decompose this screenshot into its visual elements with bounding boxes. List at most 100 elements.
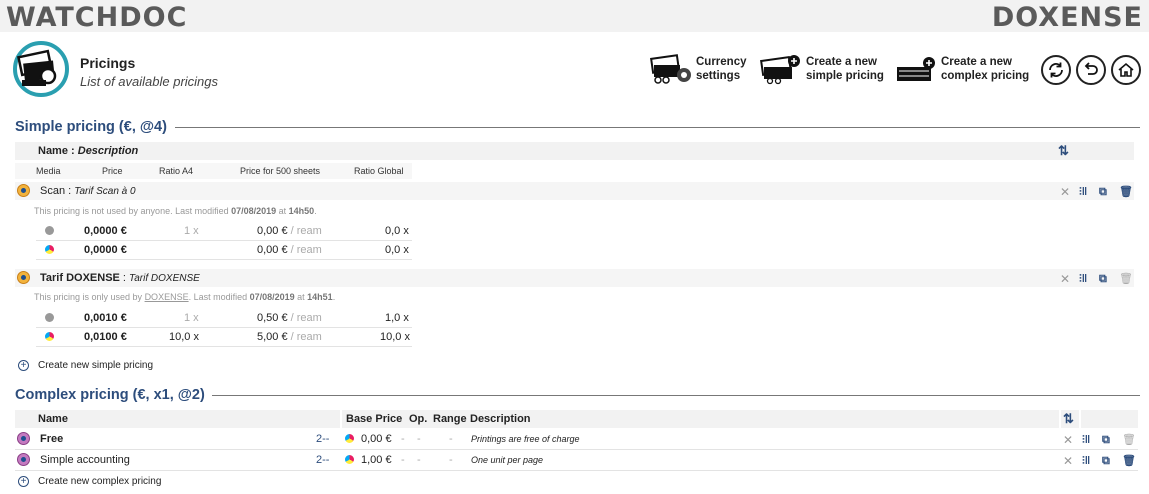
complex-header-actions-cell xyxy=(1081,410,1138,428)
create-simple-pricing-link[interactable]: Create new simple pricing xyxy=(38,360,153,371)
col-ratio-global: Ratio Global xyxy=(354,166,404,176)
grayscale-icon xyxy=(45,313,54,322)
trash-icon[interactable]: 🗑 xyxy=(1122,434,1136,446)
duplicate-icon[interactable]: ⧉ xyxy=(1099,186,1107,198)
delete-x-icon[interactable]: ✕ xyxy=(1060,186,1070,198)
pricing-row-scan[interactable] xyxy=(15,182,1134,200)
col-name: Name xyxy=(38,413,68,425)
row-price-500: 0,00 € / ream xyxy=(257,244,322,256)
add-circle-icon[interactable]: + xyxy=(18,360,29,371)
header-name: Name : Description xyxy=(38,145,139,157)
pricing-usage-note: This pricing is not used by anyone. Last… xyxy=(34,206,317,216)
create-simple-pricing-label: Create a new simple pricing xyxy=(806,56,884,82)
duplicate-icon[interactable]: ⧉ xyxy=(1102,434,1110,446)
delete-x-icon[interactable]: ✕ xyxy=(1060,273,1070,285)
back-icon xyxy=(1084,62,1098,75)
row-divider xyxy=(36,327,412,328)
delete-x-icon[interactable]: ✕ xyxy=(1063,434,1073,446)
complex-pricing-title: Complex pricing (€, x1, @2) xyxy=(15,387,205,403)
currency-settings-icon xyxy=(650,54,691,84)
create-complex-pricing-link[interactable]: Create new complex pricing xyxy=(38,476,161,487)
complex-description: One unit per page xyxy=(471,455,544,465)
complex-name[interactable]: Simple accounting xyxy=(40,454,130,466)
col-price: Price xyxy=(102,166,123,176)
simple-pricing-title: Simple pricing (€, @4) xyxy=(15,119,167,135)
col-ratio-a4: Ratio A4 xyxy=(159,166,194,176)
trash-icon[interactable]: 🗑 xyxy=(1119,273,1133,285)
currency-settings-label: Currency settings xyxy=(696,56,747,82)
row-price-500: 5,00 € / ream xyxy=(257,331,322,343)
trash-icon[interactable]: 🗑 xyxy=(1119,186,1133,198)
back-button[interactable] xyxy=(1076,55,1106,85)
add-pricing-icon xyxy=(760,55,800,85)
pricing-user-link[interactable]: DOXENSE xyxy=(145,292,189,302)
color-icon xyxy=(45,332,54,341)
op-dash: - xyxy=(417,433,421,445)
complex-name[interactable]: Free xyxy=(40,433,63,445)
op-value: - xyxy=(401,433,405,445)
op-dash: - xyxy=(417,454,421,466)
euro-coin-icon xyxy=(17,271,30,284)
row-price-500: 0,50 € / ream xyxy=(257,312,322,324)
doxense-logo: DOXENSE xyxy=(991,2,1143,33)
row-ratio-global: 0,0 x xyxy=(385,244,409,256)
row-price: 0,0010 € xyxy=(84,312,127,324)
simple-table-header xyxy=(15,142,1134,160)
simple-columns-header xyxy=(15,163,412,179)
duplicate-icon[interactable]: ⧉ xyxy=(1102,455,1110,467)
complex-pricing-icon xyxy=(17,432,30,445)
color-icon xyxy=(345,455,354,464)
add-circle-icon[interactable]: + xyxy=(18,476,29,487)
row-price: 0,0000 € xyxy=(84,244,127,256)
section-divider xyxy=(175,127,1140,128)
range-value: - xyxy=(449,454,453,466)
row-divider xyxy=(15,449,1138,450)
base-price: 0,00 € xyxy=(361,433,392,445)
currency-settings-button[interactable]: Currency settings xyxy=(650,53,747,85)
page-subtitle: List of available pricings xyxy=(80,74,219,89)
row-price: 0,0000 € xyxy=(84,225,127,237)
row-ratio-global: 0,0 x xyxy=(385,225,409,237)
duplicate-icon[interactable]: ⧉ xyxy=(1099,273,1107,285)
col-description: Description xyxy=(470,413,531,425)
top-bar: WATCHDOC DOXENSE xyxy=(0,0,1149,33)
col-price-500: Price for 500 sheets xyxy=(240,166,321,176)
refresh-button[interactable] xyxy=(1041,55,1071,85)
row-divider xyxy=(15,470,1138,471)
home-button[interactable] xyxy=(1111,55,1141,85)
sort-icon[interactable]: ⇅ xyxy=(1058,143,1069,159)
row-ratio-global: 1,0 x xyxy=(385,312,409,324)
col-base-price: Base Price xyxy=(346,413,403,425)
pricing-name-scan: Scan : Tarif Scan à 0 xyxy=(40,185,136,197)
col-op: Op. xyxy=(409,413,428,425)
create-complex-pricing-label: Create a new complex pricing xyxy=(941,56,1030,82)
create-complex-pricing-button[interactable]: Create a new complex pricing xyxy=(895,53,1029,85)
create-simple-pricing-button[interactable]: Create a new simple pricing xyxy=(760,53,884,85)
row-price: 0,0100 € xyxy=(84,331,127,343)
add-complex-pricing-icon xyxy=(897,57,935,81)
edit-settings-icon[interactable]: ⫶ǁ xyxy=(1079,273,1087,285)
row-ratio-global: 10,0 x xyxy=(380,331,410,343)
delete-x-icon[interactable]: ✕ xyxy=(1063,455,1073,467)
edit-settings-icon[interactable]: ⫶ǁ xyxy=(1082,434,1090,446)
edit-settings-icon[interactable]: ⫶ǁ xyxy=(1082,455,1090,467)
trash-icon[interactable]: 🗑 xyxy=(1122,455,1136,467)
row-divider xyxy=(36,240,412,241)
row-ratio: 1 x xyxy=(184,225,199,237)
refresh-icon xyxy=(1049,62,1063,78)
complex-description: Printings are free of charge xyxy=(471,434,580,444)
range-count: 2-- xyxy=(316,433,330,445)
row-divider xyxy=(36,346,412,347)
row-ratio: 1 x xyxy=(184,312,199,324)
edit-settings-icon[interactable]: ⫶ǁ xyxy=(1079,186,1087,198)
row-divider xyxy=(36,259,412,260)
sort-icon[interactable]: ⇅ xyxy=(1063,411,1074,427)
pricing-name-doxense: Tarif DOXENSE : Tarif DOXENSE xyxy=(40,272,200,284)
pricing-usage-note: This pricing is only used by DOXENSE. La… xyxy=(34,292,336,302)
pricing-icon xyxy=(12,40,70,98)
complex-pricing-icon xyxy=(17,453,30,466)
euro-coin-icon xyxy=(17,184,30,197)
col-media: Media xyxy=(36,166,61,176)
op-value: - xyxy=(401,454,405,466)
section-divider xyxy=(212,395,1140,396)
